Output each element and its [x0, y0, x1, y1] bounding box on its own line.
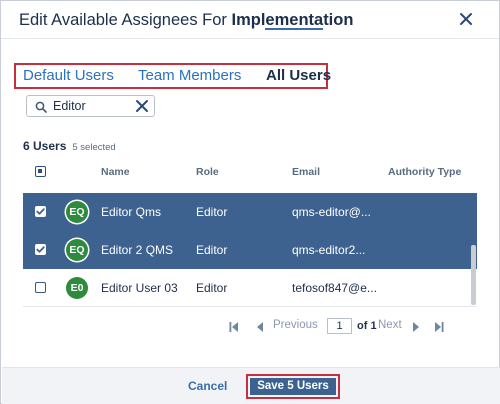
column-header-email[interactable]: Email: [292, 166, 320, 178]
dialog-header: Edit Available Assignees For Implementat…: [1, 1, 499, 39]
table-row[interactable]: EQ Editor 2 QMS Editor qms-editor2...: [23, 231, 477, 269]
next-page-button[interactable]: Next: [378, 319, 402, 331]
user-role: Editor: [196, 243, 228, 257]
dialog-title-prefix: Edit Available Assignees For: [19, 11, 232, 29]
tab-default-users[interactable]: Default Users: [23, 67, 114, 84]
close-icon[interactable]: [457, 10, 475, 28]
user-role: Editor: [196, 205, 228, 219]
row-checkbox[interactable]: [35, 244, 46, 255]
avatar: E0: [66, 277, 88, 299]
next-page-icon[interactable]: [411, 320, 421, 332]
previous-page-icon[interactable]: [255, 320, 265, 332]
save-button[interactable]: Save 5 Users: [250, 378, 336, 395]
search-input[interactable]: [53, 98, 131, 114]
column-header-role[interactable]: Role: [196, 166, 219, 178]
previous-page-button[interactable]: Previous: [273, 319, 318, 331]
user-email: qms-editor2...: [292, 243, 366, 257]
user-name: Editor User 03: [101, 281, 178, 295]
edit-assignees-dialog: Edit Available Assignees For Implementat…: [0, 0, 500, 404]
tab-all-users[interactable]: All Users: [266, 67, 331, 84]
table-header: Name Role Email Authority Type: [23, 161, 479, 185]
user-count: 6 Users 5 selected: [23, 137, 116, 155]
row-checkbox[interactable]: [35, 206, 46, 217]
user-count-total: 6 Users: [23, 139, 67, 153]
scrollbar[interactable]: [471, 245, 476, 305]
tab-bar: Default Users Team Members All Users: [14, 63, 331, 89]
table-row[interactable]: EQ Editor Qms Editor qms-editor@...: [23, 193, 477, 231]
user-name: Editor 2 QMS: [101, 243, 174, 257]
page-number-input[interactable]: [327, 318, 352, 334]
row-divider: [23, 306, 477, 307]
search-box: [26, 95, 155, 117]
page-total: of 1: [357, 320, 377, 332]
tab-team-members[interactable]: Team Members: [138, 67, 241, 84]
selected-count: 5 selected: [72, 142, 116, 153]
avatar: EQ: [66, 239, 88, 261]
first-page-icon[interactable]: [229, 320, 239, 332]
clear-icon[interactable]: [134, 98, 150, 114]
column-header-name[interactable]: Name: [101, 166, 130, 178]
row-checkbox[interactable]: [35, 282, 46, 293]
search-icon: [35, 100, 47, 113]
user-name: Editor Qms: [101, 205, 162, 219]
active-tab-indicator: [265, 28, 323, 30]
last-page-icon[interactable]: [434, 320, 444, 332]
dialog-footer: Cancel Save 5 Users: [2, 367, 500, 404]
user-role: Editor: [196, 281, 228, 295]
user-email: qms-editor@...: [292, 205, 371, 219]
table-row[interactable]: E0 Editor User 03 Editor tefosof847@e...: [23, 269, 477, 307]
cancel-button[interactable]: Cancel: [188, 379, 227, 393]
dialog-title-strong: Implementation: [231, 11, 354, 29]
avatar: EQ: [66, 201, 88, 223]
column-header-authority-type[interactable]: Authority Type: [388, 166, 461, 178]
select-all-checkbox[interactable]: [35, 166, 46, 177]
user-email: tefosof847@e...: [292, 281, 377, 295]
save-button-highlight: Save 5 Users: [246, 374, 340, 399]
pagination: Previous of 1 Next: [229, 317, 449, 335]
